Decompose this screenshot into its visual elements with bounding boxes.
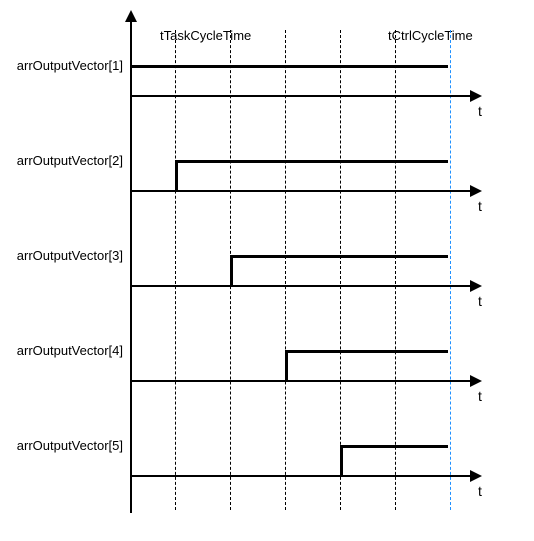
y-axis-line (130, 18, 132, 513)
x-axis-label: t (478, 388, 482, 404)
series-label: arrOutputVector[4] (3, 343, 123, 358)
x-axis-line (130, 475, 472, 477)
x-axis-line (130, 285, 472, 287)
x-axis-label: t (478, 293, 482, 309)
task-cycle-label: tTaskCycleTime (160, 28, 251, 43)
gridline (175, 30, 176, 510)
signal-high (130, 65, 448, 68)
series-label: arrOutputVector[1] (3, 58, 123, 73)
ctrl-cycle-label: tCtrlCycleTime (388, 28, 473, 43)
signal-high (340, 445, 448, 448)
series-label: arrOutputVector[3] (3, 248, 123, 263)
timing-diagram: tTaskCycleTime tCtrlCycleTime arrOutputV… (0, 0, 534, 541)
x-axis-arrow-icon (470, 280, 482, 292)
x-axis-line (130, 190, 472, 192)
x-axis-arrow-icon (470, 90, 482, 102)
x-axis-label: t (478, 103, 482, 119)
ctrl-gridline (450, 30, 451, 510)
signal-rise (175, 160, 178, 190)
signal-rise (285, 350, 288, 380)
x-axis-line (130, 95, 472, 97)
signal-high (285, 350, 448, 353)
signal-rise (340, 445, 343, 475)
gridline (340, 30, 341, 510)
series-label: arrOutputVector[2] (3, 153, 123, 168)
x-axis-arrow-icon (470, 470, 482, 482)
signal-rise (230, 255, 233, 285)
series-label: arrOutputVector[5] (3, 438, 123, 453)
signal-high (175, 160, 448, 163)
x-axis-label: t (478, 198, 482, 214)
signal-high (230, 255, 448, 258)
x-axis-arrow-icon (470, 185, 482, 197)
x-axis-arrow-icon (470, 375, 482, 387)
gridline (395, 30, 396, 510)
gridline (285, 30, 286, 510)
x-axis-label: t (478, 483, 482, 499)
y-axis-arrow-icon (125, 10, 137, 22)
x-axis-line (130, 380, 472, 382)
